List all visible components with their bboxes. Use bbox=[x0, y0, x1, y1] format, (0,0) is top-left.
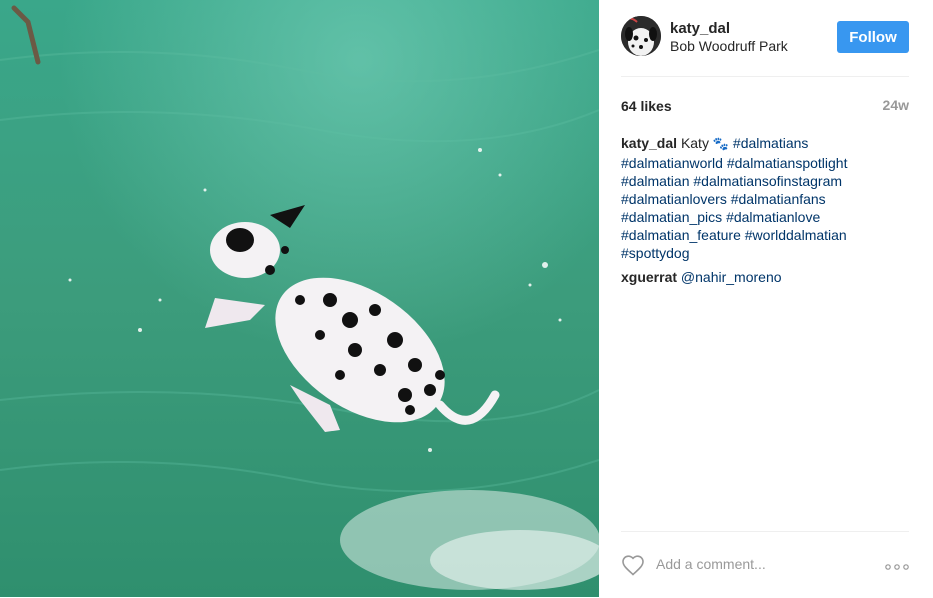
heart-icon[interactable] bbox=[621, 554, 645, 576]
paw-emoji: 🐾 bbox=[712, 137, 730, 152]
post-header: katy_dal Bob Woodruff Park Follow bbox=[621, 16, 909, 77]
hashtag[interactable]: #dalmatian_feature bbox=[621, 227, 741, 243]
likes-count[interactable]: 64 likes bbox=[621, 98, 672, 114]
instagram-post: katy_dal Bob Woodruff Park Follow 64 lik… bbox=[0, 0, 933, 597]
hashtag[interactable]: #dalmatianfans bbox=[731, 191, 826, 207]
caption: katy_dal Katy 🐾 #dalmatians #dalmatianwo… bbox=[621, 134, 911, 262]
comment-mention[interactable]: @nahir_moreno bbox=[681, 269, 782, 285]
avatar[interactable] bbox=[621, 16, 661, 56]
hashtag[interactable]: #worlddalmatian bbox=[745, 227, 847, 243]
dalmatian-photo bbox=[0, 0, 599, 597]
post-photo[interactable] bbox=[0, 0, 599, 597]
more-options-icon[interactable] bbox=[885, 564, 909, 570]
username-link[interactable]: katy_dal bbox=[670, 20, 730, 37]
comment-footer: Add a comment... bbox=[621, 531, 909, 598]
hashtag[interactable]: #dalmatianlovers bbox=[621, 191, 727, 207]
hashtag[interactable]: #dalmatiansofinstagram bbox=[693, 173, 842, 189]
comment-author[interactable]: xguerrat bbox=[621, 269, 677, 285]
post-age[interactable]: 24w bbox=[883, 97, 909, 113]
post-sidebar: katy_dal Bob Woodruff Park Follow 64 lik… bbox=[599, 0, 933, 597]
caption-text: Katy bbox=[680, 135, 709, 151]
hashtag[interactable]: #dalmatianworld bbox=[621, 155, 723, 171]
hashtag[interactable]: #dalmatianspotlight bbox=[727, 155, 848, 171]
hashtag[interactable]: #dalmatianlove bbox=[726, 209, 820, 225]
follow-button[interactable]: Follow bbox=[837, 21, 909, 53]
hashtag[interactable]: #dalmatians bbox=[733, 135, 809, 151]
avatar-image bbox=[621, 16, 661, 56]
hashtag[interactable]: #dalmatian_pics bbox=[621, 209, 722, 225]
caption-author[interactable]: katy_dal bbox=[621, 135, 677, 151]
hashtag[interactable]: #spottydog bbox=[621, 245, 690, 261]
hashtag[interactable]: #dalmatian bbox=[621, 173, 690, 189]
location-link[interactable]: Bob Woodruff Park bbox=[670, 38, 788, 54]
comment: xguerrat @nahir_moreno bbox=[621, 268, 782, 286]
add-comment-input[interactable]: Add a comment... bbox=[656, 556, 766, 572]
